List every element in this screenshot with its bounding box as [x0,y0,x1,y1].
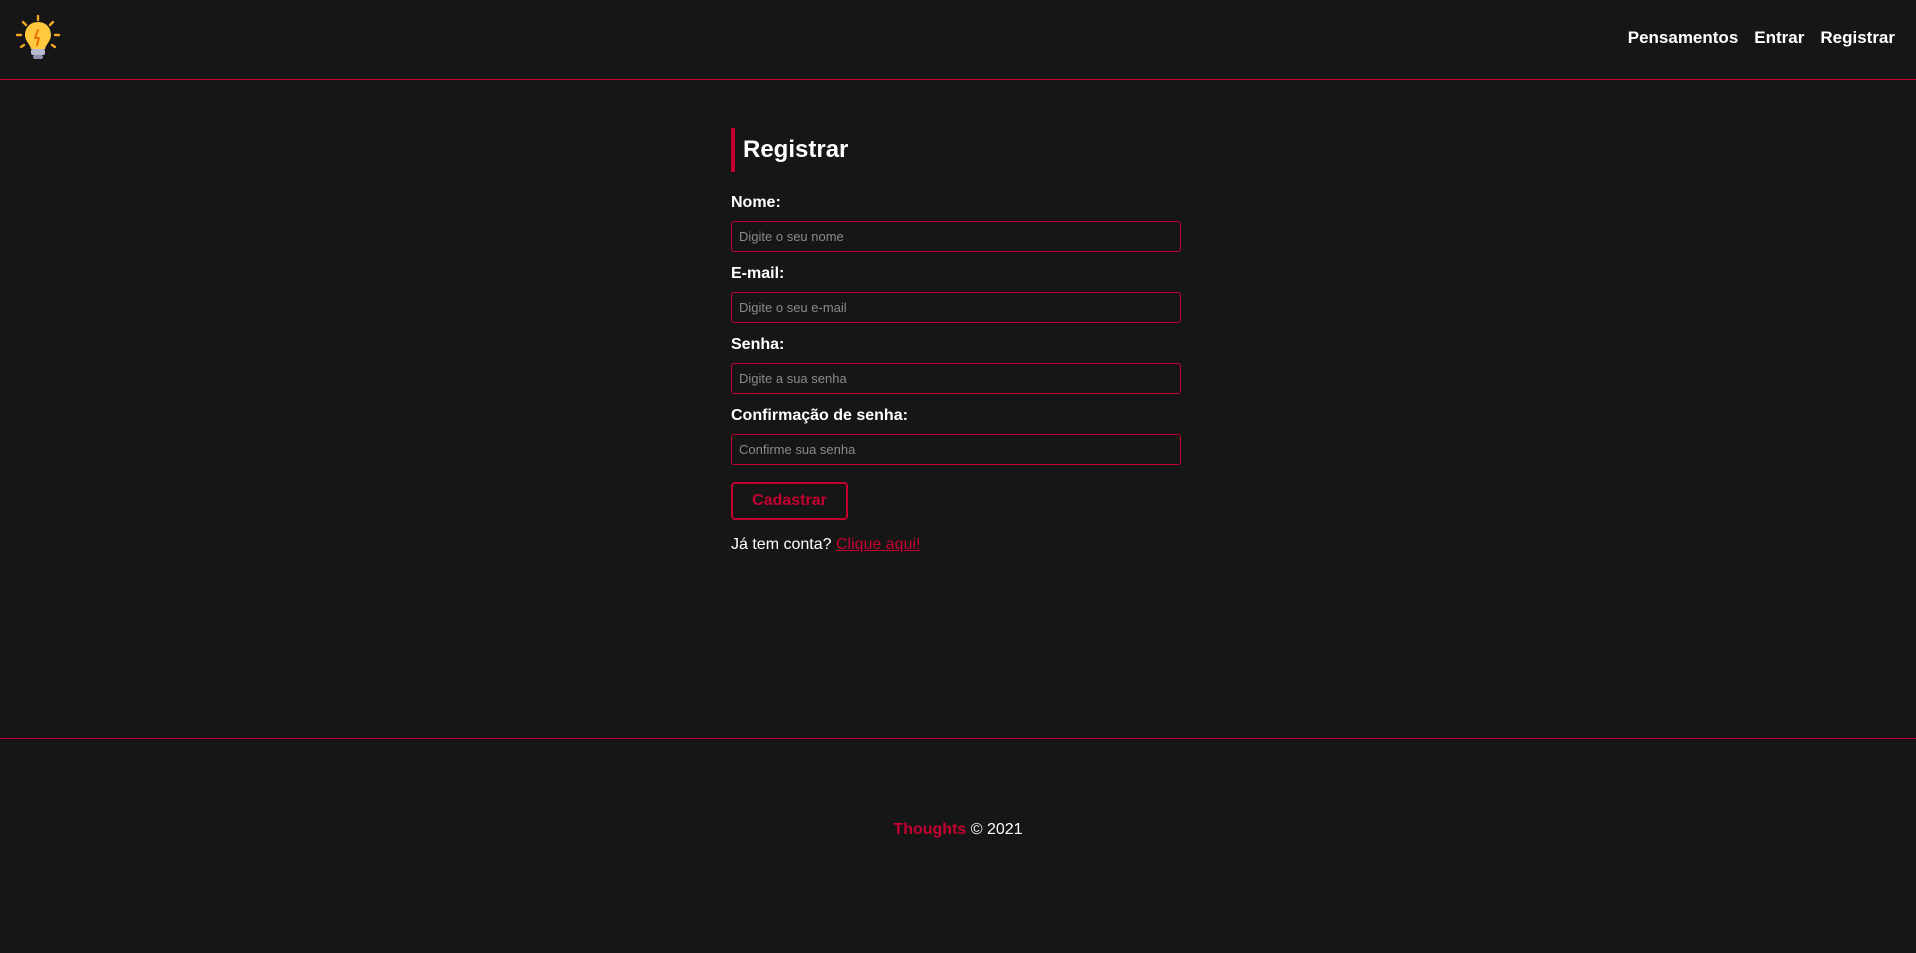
page-title: Registrar [731,128,1181,172]
confirm-password-input[interactable] [731,434,1181,465]
password-field-group: Senha: [731,336,1181,394]
nav-links: Pensamentos Entrar Registrar [1628,28,1895,48]
register-submit-button[interactable]: Cadastrar [731,482,848,520]
confirm-password-field-group: Confirmação de senha: [731,407,1181,465]
lightbulb-icon[interactable] [14,14,62,62]
nav-link-registrar[interactable]: Registrar [1820,28,1895,47]
register-section: Registrar Nome: E-mail: Senha: Confirmaç… [731,128,1181,571]
email-label: E-mail: [731,265,785,282]
nav-link-pensamentos[interactable]: Pensamentos [1628,28,1739,47]
password-label: Senha: [731,336,785,353]
login-link[interactable]: Clique aqui! [836,536,921,553]
footer: Thoughts © 2021 [0,738,1916,953]
email-input[interactable] [731,292,1181,323]
navbar: Pensamentos Entrar Registrar [0,0,1916,80]
footer-text: Thoughts © 2021 [0,821,1916,839]
login-prompt: Já tem conta? [731,536,832,553]
nav-link-entrar[interactable]: Entrar [1754,28,1804,47]
login-hint: Já tem conta? Clique aqui! [731,535,1181,555]
password-input[interactable] [731,363,1181,394]
footer-copyright: © 2021 [970,821,1023,838]
footer-brand: Thoughts [893,821,967,838]
email-field-group: E-mail: [731,265,1181,323]
name-field-group: Nome: [731,194,1181,252]
name-input[interactable] [731,221,1181,252]
register-form: Nome: E-mail: Senha: Confirmação de senh… [731,194,1181,520]
name-label: Nome: [731,194,781,211]
confirm-password-label: Confirmação de senha: [731,407,908,424]
